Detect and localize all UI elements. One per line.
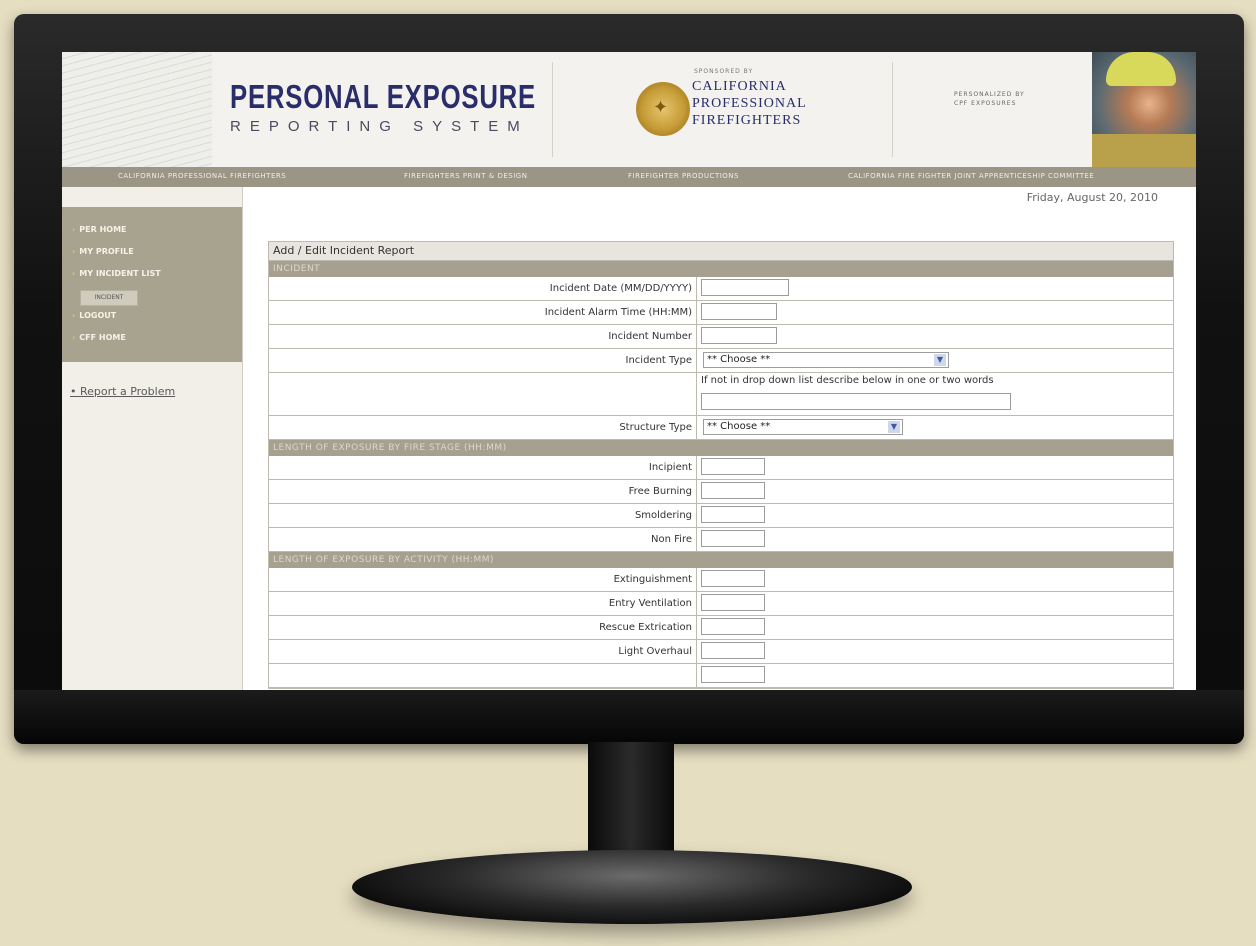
structure-type-row: Structure Type ** Choose ** ▼ xyxy=(269,416,1173,440)
activity-row: Rescue Extrication xyxy=(269,616,1173,640)
incident-date-label: Incident Date (MM/DD/YYYY) xyxy=(269,277,697,300)
activity-row: Extinguishment xyxy=(269,568,1173,592)
structure-type-select[interactable]: ** Choose ** ▼ xyxy=(703,419,903,435)
nav-item-print-design[interactable]: FIREFIGHTERS PRINT & DESIGN xyxy=(404,172,527,180)
sponsor-line-2: PROFESSIONAL xyxy=(692,96,807,111)
sidebar-menu: PER HOME MY PROFILE MY INCIDENT LIST INC… xyxy=(62,207,242,362)
report-problem-label: Report a Problem xyxy=(80,385,176,398)
incident-number-row: Incident Number xyxy=(269,325,1173,349)
sponsor-line-3: FIREFIGHTERS xyxy=(692,113,802,128)
incident-type-other-label xyxy=(269,373,697,415)
fire-stage-row: Non Fire xyxy=(269,528,1173,552)
fire-stage-label: Incipient xyxy=(269,456,697,479)
sponsor-line-1: CALIFORNIA xyxy=(692,79,787,94)
incident-type-value: ** Choose ** xyxy=(707,354,771,365)
form-title: Add / Edit Incident Report xyxy=(269,242,1173,261)
fire-stage-label: Free Burning xyxy=(269,480,697,503)
nav-item-cpf[interactable]: CALIFORNIA PROFESSIONAL FIREFIGHTERS xyxy=(118,172,286,180)
top-nav: CALIFORNIA PROFESSIONAL FIREFIGHTERS FIR… xyxy=(62,167,1196,187)
site-subtitle: REPORTING SYSTEM xyxy=(230,118,529,135)
sponsored-by-label: SPONSORED BY xyxy=(694,68,754,75)
alarm-time-label: Incident Alarm Time (HH:MM) xyxy=(269,301,697,324)
chevron-down-icon: ▼ xyxy=(888,421,900,433)
rescue-extrication-input[interactable] xyxy=(701,618,765,635)
sponsor-name: CALIFORNIA PROFESSIONAL FIREFIGHTERS xyxy=(692,78,807,129)
incident-type-other-row: If not in drop down list describe below … xyxy=(269,373,1173,416)
sidebar-item-incident-list[interactable]: MY INCIDENT LIST xyxy=(72,269,160,278)
helmet-graphic xyxy=(1106,52,1176,86)
sidebar-item-my-profile[interactable]: MY PROFILE xyxy=(72,247,133,256)
sidebar-item-cff-home[interactable]: CFF HOME xyxy=(72,333,126,342)
sidebar-incident-button[interactable]: INCIDENT xyxy=(80,290,138,306)
activity-row: Entry Ventilation xyxy=(269,592,1173,616)
light-overhaul-input[interactable] xyxy=(701,642,765,659)
nav-item-apprenticeship[interactable]: CALIFORNIA FIRE FIGHTER JOINT APPRENTICE… xyxy=(848,172,1094,180)
monitor-stand-base xyxy=(352,850,912,924)
fire-stage-row: Smoldering xyxy=(269,504,1173,528)
section-activity: LENGTH OF EXPOSURE BY ACTIVITY (HH:MM) xyxy=(269,552,1173,568)
header-divider xyxy=(552,62,553,157)
activity-label: Entry Ventilation xyxy=(269,592,697,615)
star-icon: ✦ xyxy=(653,97,669,118)
extinguishment-input[interactable] xyxy=(701,570,765,587)
alarm-time-row: Incident Alarm Time (HH:MM) xyxy=(269,301,1173,325)
report-problem-link[interactable]: • Report a Problem xyxy=(70,385,175,398)
incident-form: Add / Edit Incident Report INCIDENT Inci… xyxy=(268,241,1174,689)
papers-graphic xyxy=(62,52,212,167)
activity-label: Light Overhaul xyxy=(269,640,697,663)
incident-type-label: Incident Type xyxy=(269,349,697,372)
activity-label xyxy=(269,664,697,687)
fire-stage-row: Free Burning xyxy=(269,480,1173,504)
incident-date-input[interactable] xyxy=(701,279,789,296)
firefighter-photo xyxy=(1092,52,1196,167)
activity-row: Light Overhaul xyxy=(269,640,1173,664)
nav-item-productions[interactable]: FIREFIGHTER PRODUCTIONS xyxy=(628,172,739,180)
structure-type-label: Structure Type xyxy=(269,416,697,439)
fire-stage-label: Smoldering xyxy=(269,504,697,527)
incident-date-row: Incident Date (MM/DD/YYYY) xyxy=(269,277,1173,301)
powered-by: PERSONALIZED BY CPF EXPOSURES xyxy=(954,90,1025,108)
powered-line-1: PERSONALIZED BY xyxy=(954,91,1025,98)
incident-type-row: Incident Type ** Choose ** ▼ xyxy=(269,349,1173,373)
activity-row xyxy=(269,664,1173,688)
activity-input[interactable] xyxy=(701,666,765,683)
cpf-seal-logo: ✦ xyxy=(636,82,690,136)
fire-stage-label: Non Fire xyxy=(269,528,697,551)
sidebar-item-per-home[interactable]: PER HOME xyxy=(72,225,126,234)
smoldering-input[interactable] xyxy=(701,506,765,523)
turnout-gear-graphic xyxy=(1092,134,1196,167)
incipient-input[interactable] xyxy=(701,458,765,475)
fire-stage-row: Incipient xyxy=(269,456,1173,480)
incident-type-other-hint: If not in drop down list describe below … xyxy=(701,375,994,386)
site-header: PERSONAL EXPOSURE REPORTING SYSTEM SPONS… xyxy=(62,52,1196,168)
chevron-down-icon: ▼ xyxy=(934,354,946,366)
non-fire-input[interactable] xyxy=(701,530,765,547)
activity-label: Rescue Extrication xyxy=(269,616,697,639)
incident-type-select[interactable]: ** Choose ** ▼ xyxy=(703,352,949,368)
incident-number-label: Incident Number xyxy=(269,325,697,348)
free-burning-input[interactable] xyxy=(701,482,765,499)
incident-number-input[interactable] xyxy=(701,327,777,344)
screen: PERSONAL EXPOSURE REPORTING SYSTEM SPONS… xyxy=(62,52,1196,690)
activity-label: Extinguishment xyxy=(269,568,697,591)
sidebar-top xyxy=(62,187,242,207)
structure-type-value: ** Choose ** xyxy=(707,421,771,432)
current-date: Friday, August 20, 2010 xyxy=(1026,191,1158,204)
alarm-time-input[interactable] xyxy=(701,303,777,320)
sidebar-item-logout[interactable]: LOGOUT xyxy=(72,311,116,320)
entry-ventilation-input[interactable] xyxy=(701,594,765,611)
incident-type-other-input[interactable] xyxy=(701,393,1011,410)
header-divider xyxy=(892,62,893,157)
section-fire-stage: LENGTH OF EXPOSURE BY FIRE STAGE (HH:MM) xyxy=(269,440,1173,456)
powered-line-2: CPF EXPOSURES xyxy=(954,100,1017,107)
site-title[interactable]: PERSONAL EXPOSURE xyxy=(230,78,536,116)
sidebar: PER HOME MY PROFILE MY INCIDENT LIST INC… xyxy=(62,187,243,690)
monitor-chin xyxy=(14,690,1244,744)
section-incident: INCIDENT xyxy=(269,261,1173,277)
